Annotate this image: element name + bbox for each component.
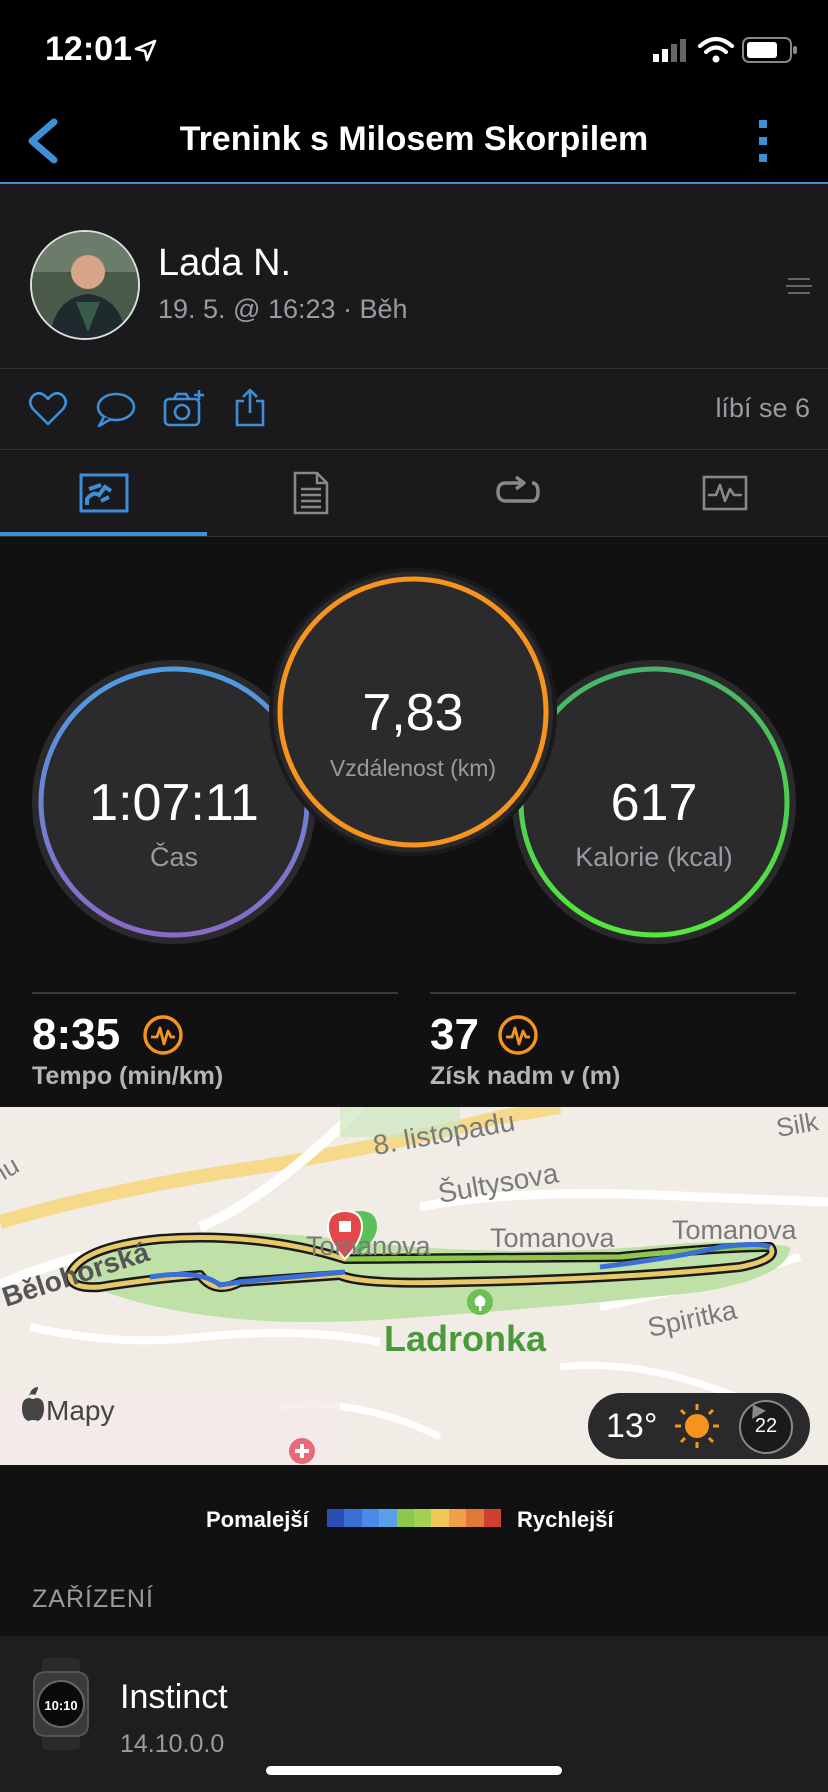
back-chevron-icon[interactable] [22,116,62,166]
device-name: Instinct [120,1678,228,1716]
battery-icon [742,37,797,63]
legend-slower: Pomalejší [206,1507,309,1532]
elevation-label: Získ nadm v (m) [430,1062,621,1090]
wind-speed: 22 [754,1415,778,1437]
elevation-value: 37 [430,1010,479,1059]
nav-bar: Trenink s Milosem Skorpilem [0,100,828,184]
street-label: Tomanova [672,1215,798,1245]
chart-icon [702,475,747,511]
elevation-activity-icon[interactable] [497,1014,539,1056]
pace-value: 8:35 [32,1010,121,1059]
more-options-icon[interactable] [755,118,771,164]
avatar[interactable] [30,230,140,340]
tab-bar [0,450,828,537]
overview-icon [79,473,128,513]
calories-value: 617 [611,774,698,832]
stats-rings: 1:07:11 Čas 617 Kalorie (kcal) 7,83 Vzdá… [32,568,796,944]
document-icon [293,471,328,515]
time-label: Čas [150,841,198,872]
legend-swatch [361,1509,380,1527]
cellular-signal-icon [653,39,686,62]
distance-value: 7,83 [362,684,463,742]
distance-label: Vzdálenost (km) [330,755,496,781]
laps-icon [495,475,540,503]
device-section-header: ZAŘÍZENÍ [32,1585,154,1613]
active-tab-indicator [0,532,207,536]
watch-face-time: 10:10 [44,1698,77,1713]
calories-label: Kalorie (kcal) [575,842,733,872]
heart-icon[interactable] [28,391,68,427]
legend-swatch [379,1509,397,1527]
wifi-icon [698,37,734,63]
map-attribution: Mapy [46,1395,114,1426]
action-bar: líbí se 6 [0,369,828,450]
comment-icon[interactable] [94,391,136,429]
add-photo-icon[interactable] [162,389,206,429]
divider [430,992,796,994]
temperature: 13° [606,1407,658,1445]
location-arrow-icon [134,39,157,62]
profile-header: Lada N. 19. 5. @ 16:23 · Běh [0,184,828,369]
route-map[interactable]: 8. listopadu Šultysova Bělohorská Tomano… [0,1107,828,1465]
share-icon[interactable] [232,387,268,429]
park-label: Ladronka [384,1318,547,1359]
status-bar: 12:01 [0,0,828,100]
watch-icon: 10:10 [33,1658,89,1750]
legend-swatch [327,1509,345,1527]
user-name[interactable]: Lada N. [158,242,291,285]
divider [32,992,398,994]
activity-meta: 19. 5. @ 16:23 · Běh [158,294,408,324]
pace-activity-icon[interactable] [142,1014,184,1056]
legend-swatch [466,1509,484,1527]
legend-swatch [396,1509,415,1527]
likes-count[interactable]: líbí se 6 [715,393,810,424]
legend-swatch [414,1509,432,1527]
legend-swatch [483,1509,502,1527]
tab-laps[interactable] [414,450,621,536]
legend-faster: Rychlejší [517,1507,614,1532]
home-indicator[interactable] [266,1766,562,1775]
sun-icon [675,1404,719,1448]
street-label: Tomanova [306,1231,432,1261]
street-label: Tomanova [490,1223,616,1253]
tab-charts[interactable] [621,450,828,536]
page-title: Trenink s Milosem Skorpilem [179,120,649,158]
status-time: 12:01 [45,30,132,68]
tab-details[interactable] [207,450,414,536]
legend-swatch [431,1509,449,1527]
lines-icon [786,278,812,294]
tab-overview[interactable] [0,450,207,536]
pace-label: Tempo (min/km) [32,1062,224,1090]
weather-widget[interactable]: 13° 22 [588,1393,810,1459]
legend-swatch [344,1509,362,1527]
legend-color-bar [327,1509,502,1527]
time-value: 1:07:11 [89,774,259,832]
legend-swatch [448,1509,467,1527]
device-firmware: 14.10.0.0 [120,1730,225,1758]
pace-legend: Pomalejší Rychlejší [0,1465,828,1570]
